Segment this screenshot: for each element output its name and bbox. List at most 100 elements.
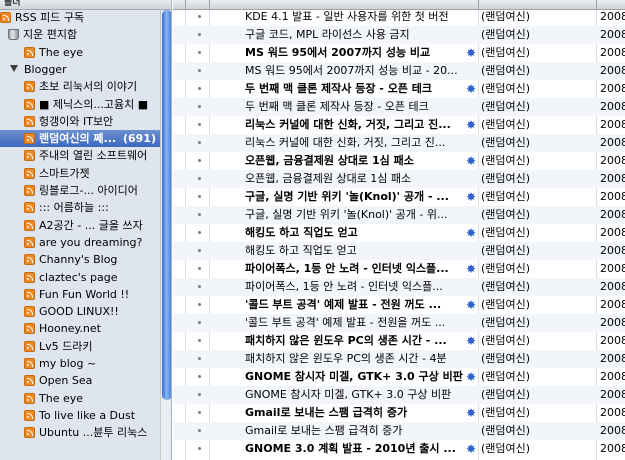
read-status-dot-icon[interactable] bbox=[198, 357, 201, 360]
message-row[interactable]: 해킹도 하고 직업도 얻고 (랜덤여신) 2008 bbox=[173, 242, 625, 260]
message-subject: 오픈웹, 금융결제원 상대로 1심 패소 bbox=[245, 172, 412, 185]
message-row[interactable]: 구글, 실명 기반 위키 '놀(Knol)' 공개 - ... ✸ (랜덤여신) 20… bbox=[173, 188, 625, 206]
message-row[interactable]: GNOME 3.0 계획 발표 - 2010년 출시 ... ✸ (랜덤여신) 200… bbox=[173, 440, 625, 458]
disclosure-triangle-icon[interactable] bbox=[10, 64, 18, 72]
sidebar-item[interactable]: To live like a Dust bbox=[0, 407, 160, 424]
message-row[interactable]: 해킹도 하고 직업도 얻고 ✸ (랜덤여신) 2008 bbox=[173, 224, 625, 242]
message-row[interactable]: MS 워드 95에서 2007까지 성능 비교 - 20... (랜덤여신) 200… bbox=[173, 62, 625, 80]
read-status-dot-icon[interactable] bbox=[198, 141, 201, 144]
message-date: 2008 bbox=[600, 280, 625, 293]
rss-icon bbox=[24, 271, 35, 283]
sidebar-item[interactable]: 주내의 열린 소프트웨어 bbox=[0, 147, 160, 164]
read-status-dot-icon[interactable] bbox=[198, 285, 201, 288]
message-row[interactable]: 패치하지 않은 윈도우 PC의 생존 시간 - 4분 (랜덤여신) 2008 bbox=[173, 350, 625, 368]
rss-icon bbox=[24, 98, 35, 110]
read-status-dot-icon[interactable] bbox=[198, 159, 201, 162]
read-status-dot-icon[interactable] bbox=[198, 267, 201, 270]
message-row[interactable]: 구글 코드, MPL 라이선스 사용 금지 (랜덤여신) 2008 bbox=[173, 26, 625, 44]
read-status-dot-icon[interactable] bbox=[198, 177, 201, 180]
message-row[interactable]: 패치하지 않은 윈도우 PC의 생존 시간 - ... ✸ (랜덤여신) 2008 bbox=[173, 332, 625, 350]
message-row[interactable]: GNOME 참시자 미겔, GTK+ 3.0 구상 비판 ✸ (랜덤여신) 2008 bbox=[173, 368, 625, 386]
read-status-dot-icon[interactable] bbox=[198, 339, 201, 342]
sidebar-item[interactable]: A2공간 - ... 글을 쓰자 bbox=[0, 217, 160, 234]
message-subject: 해킹도 하고 직업도 얻고 bbox=[245, 226, 358, 239]
sidebar-item[interactable]: 스마트가젯 bbox=[0, 165, 160, 182]
message-author: (랜덤여신) bbox=[481, 10, 531, 23]
message-date: 2008 bbox=[600, 64, 625, 77]
sidebar-item-label: RSS 피드 구독 bbox=[15, 11, 85, 24]
message-row[interactable]: 오픈웹, 금융결제원 상대로 1심 패소 ✸ (랜덤여신) 2008 bbox=[173, 152, 625, 170]
message-date: 2008 bbox=[600, 46, 625, 59]
rss-icon bbox=[24, 219, 35, 231]
message-author: (랜덤여신) bbox=[481, 82, 531, 95]
message-row[interactable]: 구글, 실명 기반 위키 '놀(Knol)' 공개 - 위... (랜덤여신) 20… bbox=[173, 206, 625, 224]
read-status-dot-icon[interactable] bbox=[198, 87, 201, 90]
message-row[interactable]: KDE 4.1 발표 - 일반 사용자를 위한 첫 버전 (랜덤여신) 2008 bbox=[173, 8, 625, 26]
sidebar-item[interactable]: 랜덤여신의 쩨... (691) bbox=[0, 130, 160, 148]
message-date: 2008 bbox=[600, 100, 625, 113]
read-status-dot-icon[interactable] bbox=[198, 105, 201, 108]
folder-scroll-thumb[interactable] bbox=[162, 10, 171, 400]
read-status-dot-icon[interactable] bbox=[198, 321, 201, 324]
read-status-dot-icon[interactable] bbox=[198, 15, 201, 18]
read-status-dot-icon[interactable] bbox=[198, 303, 201, 306]
sidebar-item[interactable]: ::: 어름하늘 ::: bbox=[0, 199, 160, 216]
read-status-dot-icon[interactable] bbox=[198, 123, 201, 126]
sidebar-item[interactable]: Blogger bbox=[0, 61, 160, 78]
read-status-dot-icon[interactable] bbox=[198, 411, 201, 414]
read-status-dot-icon[interactable] bbox=[198, 213, 201, 216]
message-row[interactable]: Gmail로 보내는 스팸 급격히 증가 (랜덤여신) 2008 bbox=[173, 422, 625, 440]
read-status-dot-icon[interactable] bbox=[198, 69, 201, 72]
message-author: (랜덤여신) bbox=[481, 262, 531, 275]
sidebar-item[interactable]: my blog ~ bbox=[0, 355, 160, 372]
sidebar-item[interactable]: Channy's Blog bbox=[0, 251, 160, 268]
message-row[interactable]: MS 워드 95에서 2007까지 성능 비교 ✸ (랜덤여신) 2008 bbox=[173, 44, 625, 62]
sidebar-item-label: are you dreaming? bbox=[39, 235, 143, 249]
read-status-dot-icon[interactable] bbox=[198, 195, 201, 198]
rss-icon bbox=[24, 236, 35, 248]
sidebar-item[interactable]: 초보 리눅서의 이야기 bbox=[0, 78, 160, 95]
read-status-dot-icon[interactable] bbox=[198, 33, 201, 36]
message-row[interactable]: 파이어폭스, 1등 안 노려 - 인터넷 익스플... ✸ (랜덤여신) 2008 bbox=[173, 260, 625, 278]
message-row[interactable]: 리눅스 커널에 대한 신화, 거짓, 그리고 진... (랜덤여신) 2008 bbox=[173, 134, 625, 152]
sidebar-item[interactable]: Open Sea bbox=[0, 372, 160, 389]
sidebar-item[interactable]: claztec's page bbox=[0, 269, 160, 286]
message-subject: 구글 코드, MPL 라이선스 사용 금지 bbox=[245, 28, 410, 41]
sidebar-item-label: Hooney.net bbox=[39, 322, 101, 336]
message-row[interactable]: '콜드 부트 공격' 예제 발표 - 전원 꺼도 ... ✸ (랜덤여신) 2008 bbox=[173, 296, 625, 314]
sidebar-item[interactable]: The eye bbox=[0, 390, 160, 407]
sidebar-item[interactable]: 링블로그-... 아이디어 bbox=[0, 182, 160, 199]
sidebar-item[interactable]: Lv5 드라키 bbox=[0, 338, 160, 355]
sidebar-item-label: 랜덤여신의 쩨... bbox=[39, 132, 117, 146]
sidebar-item[interactable]: ■ 제닉스의...고윰치 ■ bbox=[0, 96, 160, 113]
read-status-dot-icon[interactable] bbox=[198, 231, 201, 234]
message-row[interactable]: 오픈웹, 금융결제원 상대로 1심 패소 (랜덤여신) 2008 bbox=[173, 170, 625, 188]
message-row[interactable]: GNOME 참시자 미겔, GTK+ 3.0 구상 비판 (랜덤여신) 2008 bbox=[173, 386, 625, 404]
message-row[interactable]: Gmail로 보내는 스팸 급격히 증가 ✸ (랜덤여신) 2008 bbox=[173, 404, 625, 422]
message-subject: '콜드 부트 공격' 예제 발표 - 전원을 꺼도 ... bbox=[245, 316, 446, 329]
sidebar-item[interactable]: RSS 피드 구독 bbox=[0, 9, 160, 26]
folder-scrollbar[interactable] bbox=[160, 10, 171, 460]
read-status-dot-icon[interactable] bbox=[198, 249, 201, 252]
sidebar-item[interactable]: Fun Fun World !! bbox=[0, 286, 160, 303]
read-status-dot-icon[interactable] bbox=[198, 375, 201, 378]
message-row[interactable]: 두 번째 맥 클론 제작사 등장 - 오픈 테크 ✸ (랜덤여신) 2008 bbox=[173, 80, 625, 98]
message-row[interactable]: 두 번째 맥 클론 제작사 등장 - 오픈 테크 (랜덤여신) 2008 bbox=[173, 98, 625, 116]
message-row[interactable]: 리눅스 커널에 대한 신화, 거짓, 그리고 진... ✸ (랜덤여신) 2008 bbox=[173, 116, 625, 134]
sidebar-item[interactable]: Hooney.net bbox=[0, 320, 160, 337]
read-status-dot-icon[interactable] bbox=[198, 429, 201, 432]
rss-icon bbox=[24, 133, 35, 145]
read-status-dot-icon[interactable] bbox=[198, 393, 201, 396]
sidebar-item[interactable]: Ubuntu ...뷴투 리눅스 bbox=[0, 424, 160, 441]
sidebar-item[interactable]: 지운 편지함 bbox=[0, 26, 160, 43]
sidebar-item[interactable]: GOOD LINUX!! bbox=[0, 303, 160, 320]
message-row[interactable]: '콜드 부트 공격' 예제 발표 - 전원을 꺼도 ... (랜덤여신) 2008 bbox=[173, 314, 625, 332]
read-status-dot-icon[interactable] bbox=[198, 51, 201, 54]
message-author: (랜덤여신) bbox=[481, 46, 531, 59]
sidebar-item[interactable]: 헝갱이와 IT보안 bbox=[0, 113, 160, 130]
message-author: (랜덤여신) bbox=[481, 370, 531, 383]
read-status-dot-icon[interactable] bbox=[198, 447, 201, 450]
sidebar-item[interactable]: are you dreaming? bbox=[0, 234, 160, 251]
sidebar-item[interactable]: The eye bbox=[0, 44, 160, 61]
message-row[interactable]: 파이어폭스, 1등 안 노려 - 인터넷 익스플... (랜덤여신) 2008 bbox=[173, 278, 625, 296]
